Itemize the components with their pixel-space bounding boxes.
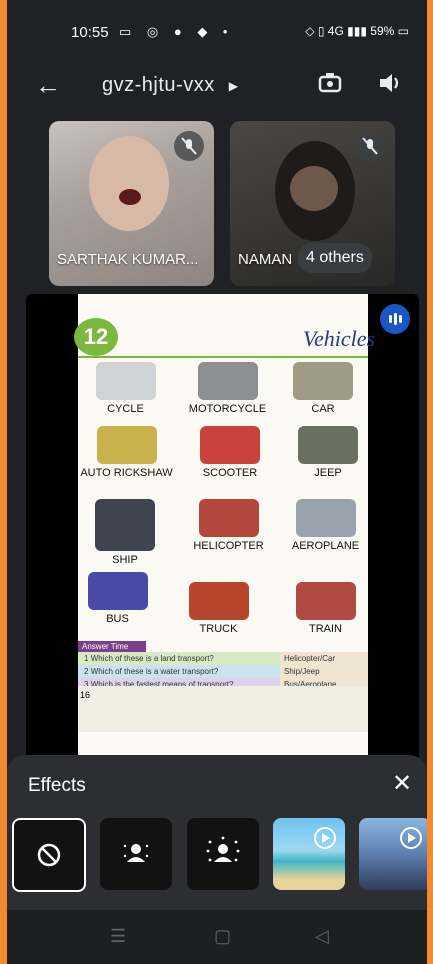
blur-button[interactable]	[187, 818, 259, 890]
animal-illustration-strip: 16	[78, 686, 368, 732]
divider	[78, 356, 368, 358]
vehicle-label: CYCLE	[107, 403, 144, 415]
audio-activity-icon	[380, 304, 410, 334]
car-background-button[interactable]	[359, 818, 427, 890]
video-background-icon	[400, 827, 422, 849]
presentation-view[interactable]: 12 Vehicles CYCLE MOTORCYCLE CAR AUTO RI…	[26, 294, 419, 764]
vehicle-label: CAR	[311, 403, 335, 415]
beach-background-button[interactable]	[273, 818, 345, 890]
question-row: 1 Which of these is a land transport? He…	[78, 652, 368, 665]
no-effect-icon	[37, 843, 61, 867]
video-background-icon	[314, 827, 336, 849]
status-time: 10:55	[71, 24, 109, 41]
chapter-number: 12	[74, 318, 118, 356]
vehicle-item: MOTORCYCLE	[180, 362, 275, 415]
car-picture	[293, 362, 353, 400]
motorcycle-picture	[197, 362, 258, 400]
jeep-picture	[298, 426, 358, 464]
status-bar: 10:55 ▭ ◎ ● ◆ • ◇ ▯ 4G ▮▮▮ 59% ▭	[7, 0, 427, 62]
truck-picture	[188, 582, 249, 620]
back-nav-icon[interactable]: ◁	[315, 926, 329, 947]
auto-rickshaw-picture	[96, 426, 157, 464]
vehicle-label: SHIP	[112, 554, 138, 566]
system-nav-bar: ☰ ▢ ◁	[7, 910, 427, 964]
network-badge: 4G	[327, 24, 344, 38]
phone-screen: 10:55 ▭ ◎ ● ◆ • ◇ ▯ 4G ▮▮▮ 59% ▭ ← gvz-h…	[7, 0, 427, 964]
vehicle-item: TRAIN	[283, 582, 368, 635]
vehicle-label: TRAIN	[309, 623, 342, 635]
signal-icon: ◇ ▯	[305, 24, 328, 38]
page-number: 16	[80, 690, 91, 700]
meeting-code-button[interactable]: gvz-hjtu-vxx ▶	[102, 74, 239, 97]
caret-right-icon: ▶	[228, 78, 239, 93]
vehicle-item: SCOOTER	[190, 426, 270, 479]
vehicle-label: TRUCK	[199, 623, 238, 635]
meeting-code: gvz-hjtu-vxx	[102, 74, 215, 96]
question-row: 2 Which of these is a water transport? S…	[78, 665, 368, 678]
participant-mouth	[119, 189, 141, 205]
vehicle-label: BUS	[106, 613, 129, 625]
status-right: ◇ ▯ 4G ▮▮▮ 59% ▭	[305, 24, 409, 38]
participant-name: SARTHAK KUMAR...	[57, 251, 199, 268]
vehicle-item: TRUCK	[181, 582, 256, 635]
participant-video	[89, 136, 169, 231]
bus-picture	[87, 572, 148, 610]
vehicle-label: AUTO RICKSHAW	[80, 467, 173, 479]
train-picture	[295, 582, 356, 620]
notification-icons: ▭ ◎ ● ◆ •	[119, 24, 234, 39]
participant-name: NAMAN	[238, 251, 293, 268]
aeroplane-picture	[295, 499, 356, 537]
switch-camera-icon[interactable]	[317, 70, 343, 96]
chapter-title: Vehicles	[303, 326, 376, 351]
answer-text: Helicopter/Car	[280, 652, 368, 665]
menu-nav-icon[interactable]: ☰	[110, 926, 126, 947]
slight-blur-button[interactable]	[100, 818, 172, 890]
blur-icon	[206, 836, 240, 862]
answer-time-section: Answer Time 1 Which of these is a land t…	[78, 641, 368, 691]
answer-time-label: Answer Time	[78, 641, 146, 652]
scooter-picture	[200, 426, 260, 464]
close-icon[interactable]: ✕	[392, 769, 412, 798]
vehicle-item: BUS	[80, 572, 155, 625]
vehicle-item: AEROPLANE	[283, 499, 368, 552]
vehicle-label: SCOOTER	[202, 467, 258, 479]
answer-text: Ship/Jeep	[280, 665, 368, 678]
vehicle-item: AUTO RICKSHAW	[74, 426, 179, 479]
vehicle-label: HELICOPTER	[193, 540, 264, 552]
participant-face	[290, 166, 338, 211]
back-arrow-icon[interactable]: ←	[35, 70, 61, 101]
effects-title: Effects	[28, 775, 86, 796]
vehicle-item: JEEP	[288, 426, 368, 479]
no-effect-button[interactable]	[12, 818, 86, 892]
cycle-picture	[95, 362, 156, 400]
muted-mic-icon	[355, 131, 385, 161]
question-text: 1 Which of these is a land transport?	[84, 654, 214, 663]
others-count-badge[interactable]: 4 others	[298, 243, 372, 273]
signal-bars-icon: ▮▮▮	[347, 24, 371, 38]
helicopter-picture	[198, 499, 259, 537]
home-nav-icon[interactable]: ▢	[214, 926, 231, 947]
vehicle-item: CYCLE	[88, 362, 163, 415]
vehicle-label: MOTORCYCLE	[188, 403, 267, 415]
slight-blur-icon	[123, 844, 149, 862]
book-page: 12 Vehicles CYCLE MOTORCYCLE CAR AUTO RI…	[74, 294, 375, 764]
vehicle-label: JEEP	[314, 467, 342, 479]
vehicle-label: AEROPLANE	[291, 540, 360, 552]
effects-panel: Effects ✕	[7, 755, 427, 910]
meeting-header: ← gvz-hjtu-vxx ▶	[7, 62, 427, 110]
vehicle-item: HELICOPTER	[181, 499, 276, 552]
vehicle-item: CAR	[283, 362, 363, 415]
muted-mic-icon	[174, 131, 204, 161]
speaker-icon[interactable]	[377, 70, 403, 96]
question-text: 2 Which of these is a water transport?	[84, 667, 219, 676]
vehicle-item: SHIP	[80, 499, 170, 566]
participant-tile[interactable]: SARTHAK KUMAR...	[49, 121, 214, 286]
battery-icon: ▭	[397, 24, 409, 38]
battery-percent: 59%	[370, 24, 395, 38]
ship-picture	[95, 499, 155, 551]
